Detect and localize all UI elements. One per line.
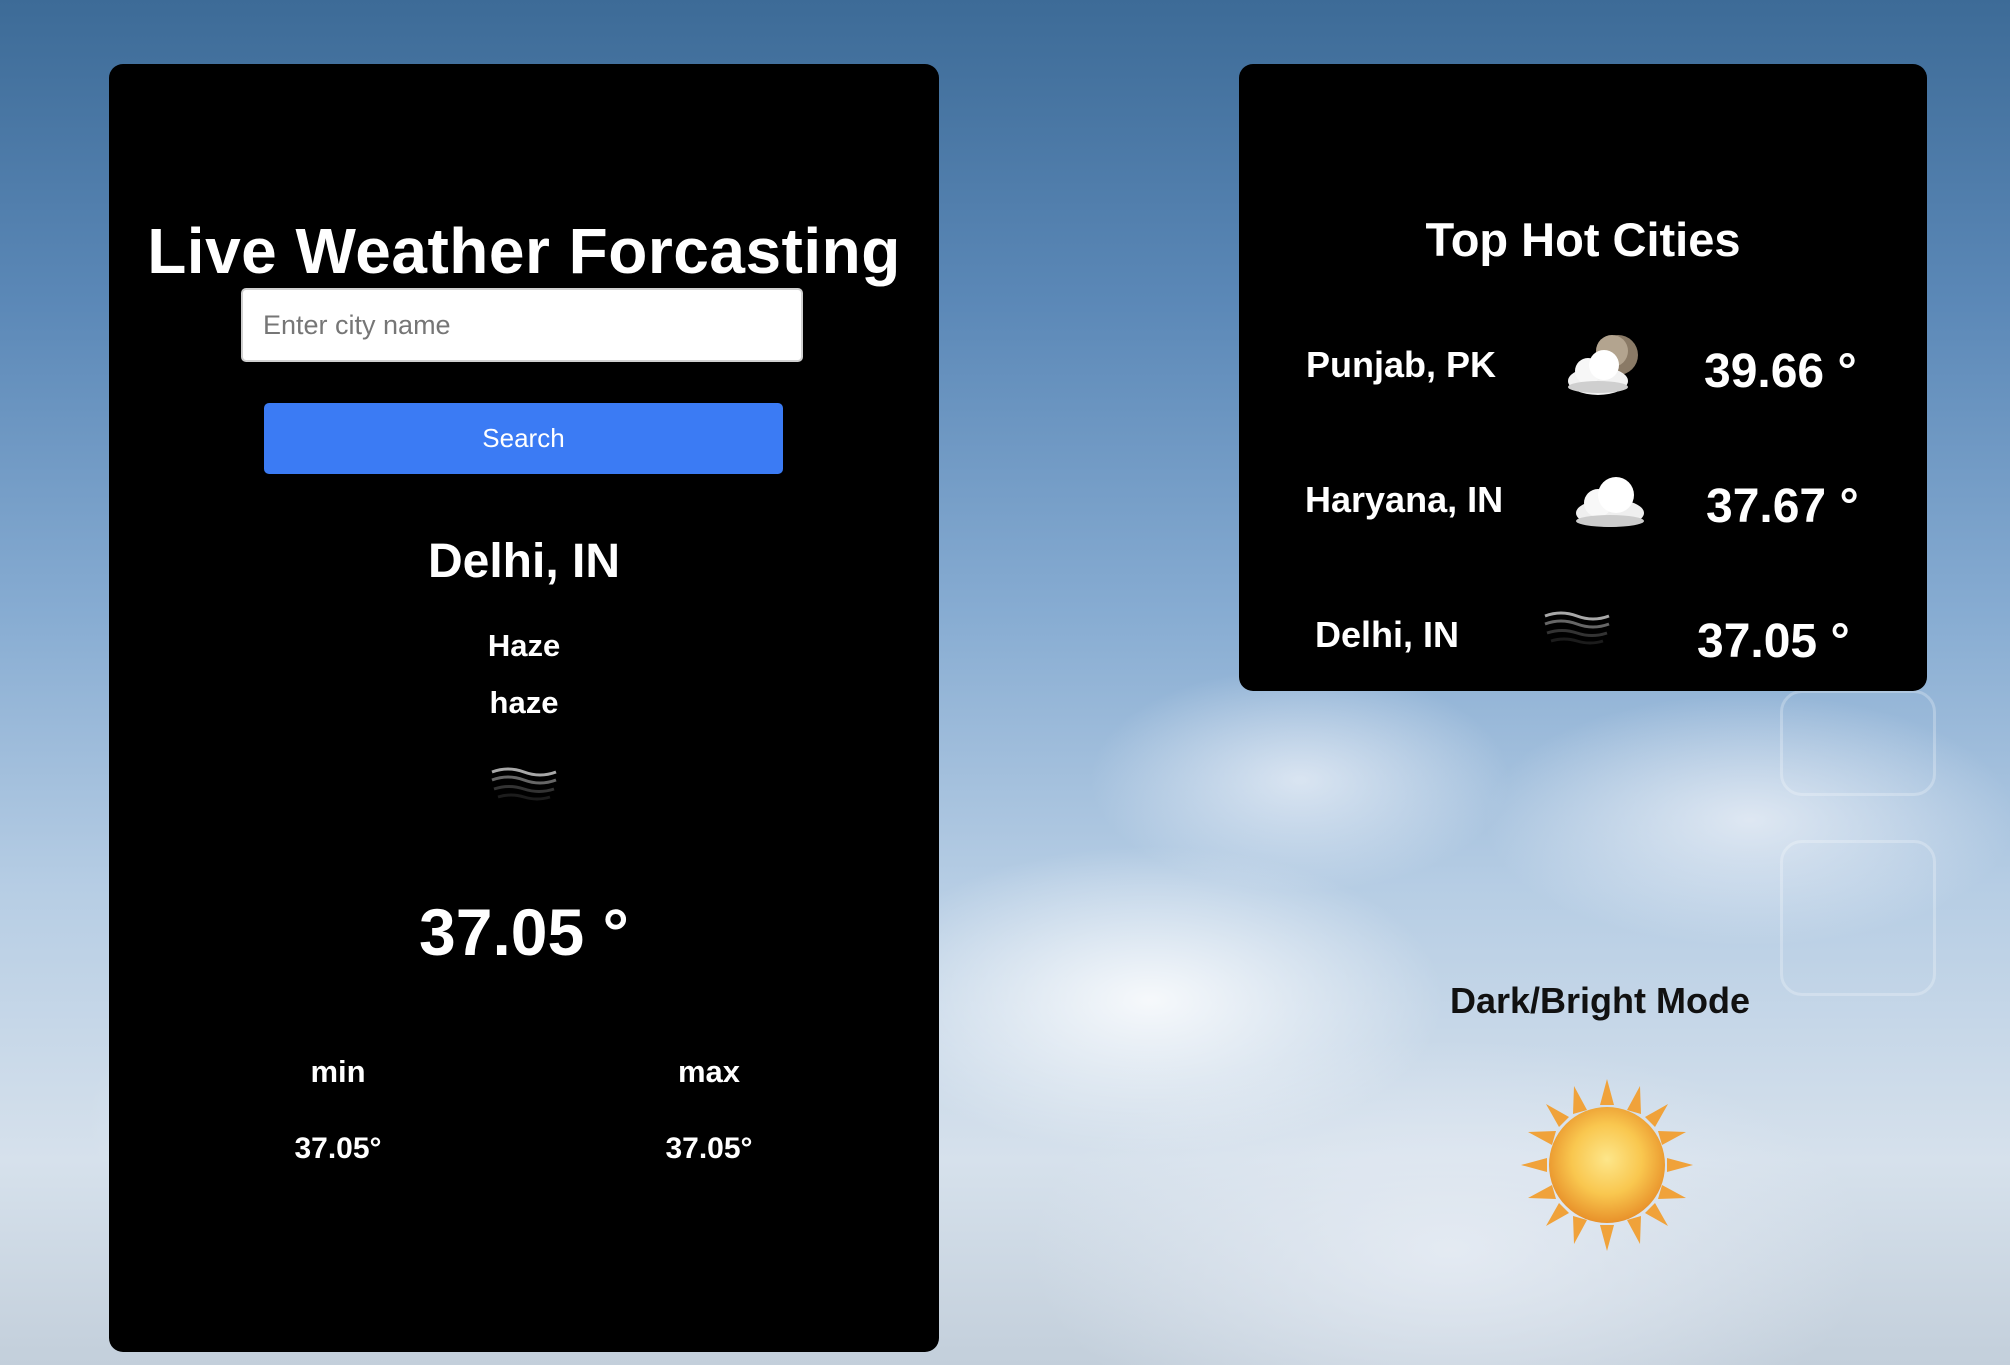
search-button[interactable]: Search (264, 403, 783, 474)
max-temp-value: 37.05° (665, 1132, 753, 1165)
hot-city-name: Haryana, IN (1305, 479, 1504, 520)
hot-city-temp: 39.66 ° (1704, 345, 1857, 398)
hot-city-row: Delhi, IN 37.05 ° (1239, 544, 1927, 668)
hot-city-row: Haryana, IN 37.67 ° (1239, 409, 1927, 533)
weather-card: Live Weather Forcasting Search Delhi, IN… (109, 64, 939, 1352)
current-temperature: 37.05 ° (419, 895, 629, 969)
cloud-icon (1576, 477, 1644, 527)
background-decor-panel (1780, 840, 1936, 996)
hot-city-name: Delhi, IN (1315, 614, 1460, 655)
hot-city-temp: 37.05 ° (1697, 615, 1850, 668)
sun-icon[interactable] (1517, 1075, 1697, 1255)
background-decor-panel (1780, 690, 1936, 796)
haze-icon (1544, 611, 1610, 645)
weather-condition: Haze (487, 628, 561, 663)
weather-description: haze (489, 685, 559, 720)
min-temp-value: 37.05° (294, 1132, 382, 1165)
partly-cloudy-night-icon (1568, 335, 1638, 395)
hot-cities-card: Top Hot Cities Punjab, PK 39.66 ° Haryan… (1239, 64, 1927, 691)
app-title: Live Weather Forcasting (147, 215, 901, 287)
mode-toggle-label: Dark/Bright Mode (1449, 980, 1751, 1021)
city-search-input[interactable] (241, 288, 803, 362)
hot-city-temp: 37.67 ° (1706, 480, 1859, 533)
hot-city-row: Punjab, PK 39.66 ° (1239, 274, 1927, 398)
haze-icon (491, 767, 557, 801)
hot-city-name: Punjab, PK (1306, 344, 1497, 385)
hot-cities-title: Top Hot Cities (1425, 213, 1741, 266)
min-temp-label: min (310, 1054, 366, 1089)
city-name: Delhi, IN (427, 535, 621, 588)
max-temp-label: max (677, 1054, 741, 1089)
